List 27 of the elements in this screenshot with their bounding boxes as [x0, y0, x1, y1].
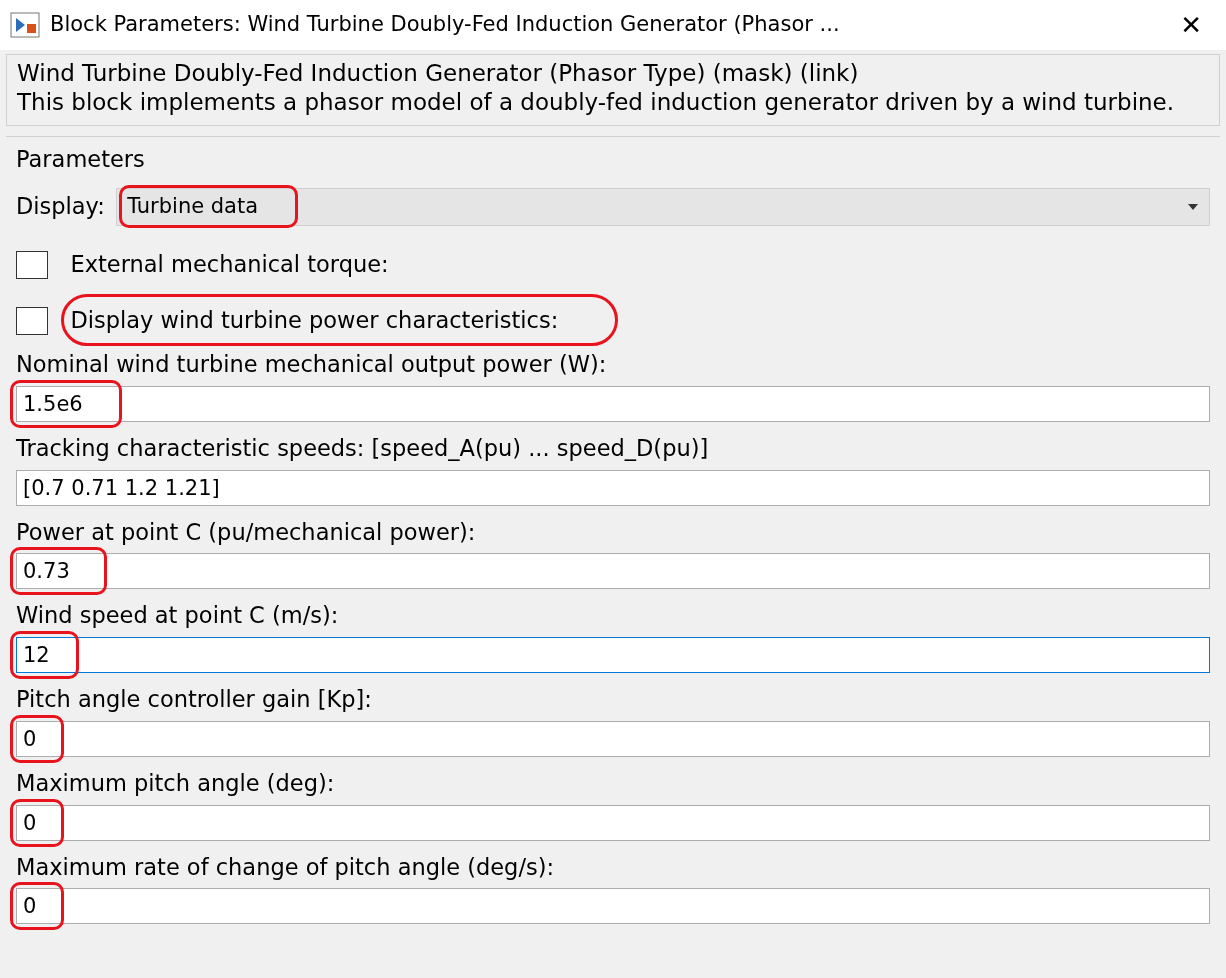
block-icon — [10, 12, 40, 38]
input-field[interactable]: [0.7 0.71 1.2 1.21] — [16, 469, 1210, 506]
input-field[interactable]: 0.73 — [16, 553, 1210, 590]
display-dropdown[interactable]: Turbine data — [116, 187, 1210, 226]
checkbox-label: Display wind turbine power characteristics: — [70, 304, 559, 338]
input-field[interactable]: 0 — [16, 888, 1210, 925]
input-field[interactable]: 1.5e6 — [16, 385, 1210, 422]
field-label: Tracking characteristic speeds: [speed_A(pu) ... speed_D(pu)] — [16, 433, 710, 463]
input-field[interactable]: 0 — [16, 720, 1210, 757]
block-heading: Wind Turbine Doubly-Fed Induction Generator (Phasor Type) (mask) (link) — [17, 59, 860, 88]
field-label: Pitch angle controller gain [Kp]: — [16, 685, 373, 714]
section-legend: Parameters — [16, 142, 1210, 177]
input-field[interactable]: 0 — [16, 804, 1210, 841]
field-label: Maximum rate of change of pitch angle (deg/s): — [16, 852, 556, 882]
close-button[interactable]: ✕ — [1166, 12, 1216, 38]
display-label: Display: — [16, 191, 105, 221]
field-label: Wind speed at point C (m/s): — [16, 601, 340, 631]
window-title: Block Parameters: Wind Turbine Doubly-Fed Induction Generator (Phasor ... — [50, 11, 841, 39]
checkbox-label: External mechanical torque: — [70, 250, 389, 279]
checkbox[interactable] — [16, 307, 48, 336]
checkbox[interactable] — [16, 250, 48, 279]
field-label: Nominal wind turbine mechanical output power (W): — [16, 350, 608, 379]
input-field[interactable]: 12 — [16, 637, 1210, 673]
field-label: Power at point C (pu/mechanical power): — [16, 517, 477, 547]
description-text: This block implements a phasor model of a doubly-fed induction generator driven by a wind turbine. — [17, 87, 1176, 117]
field-label: Maximum pitch angle (deg): — [16, 768, 336, 798]
caret-icon — [1187, 202, 1199, 211]
